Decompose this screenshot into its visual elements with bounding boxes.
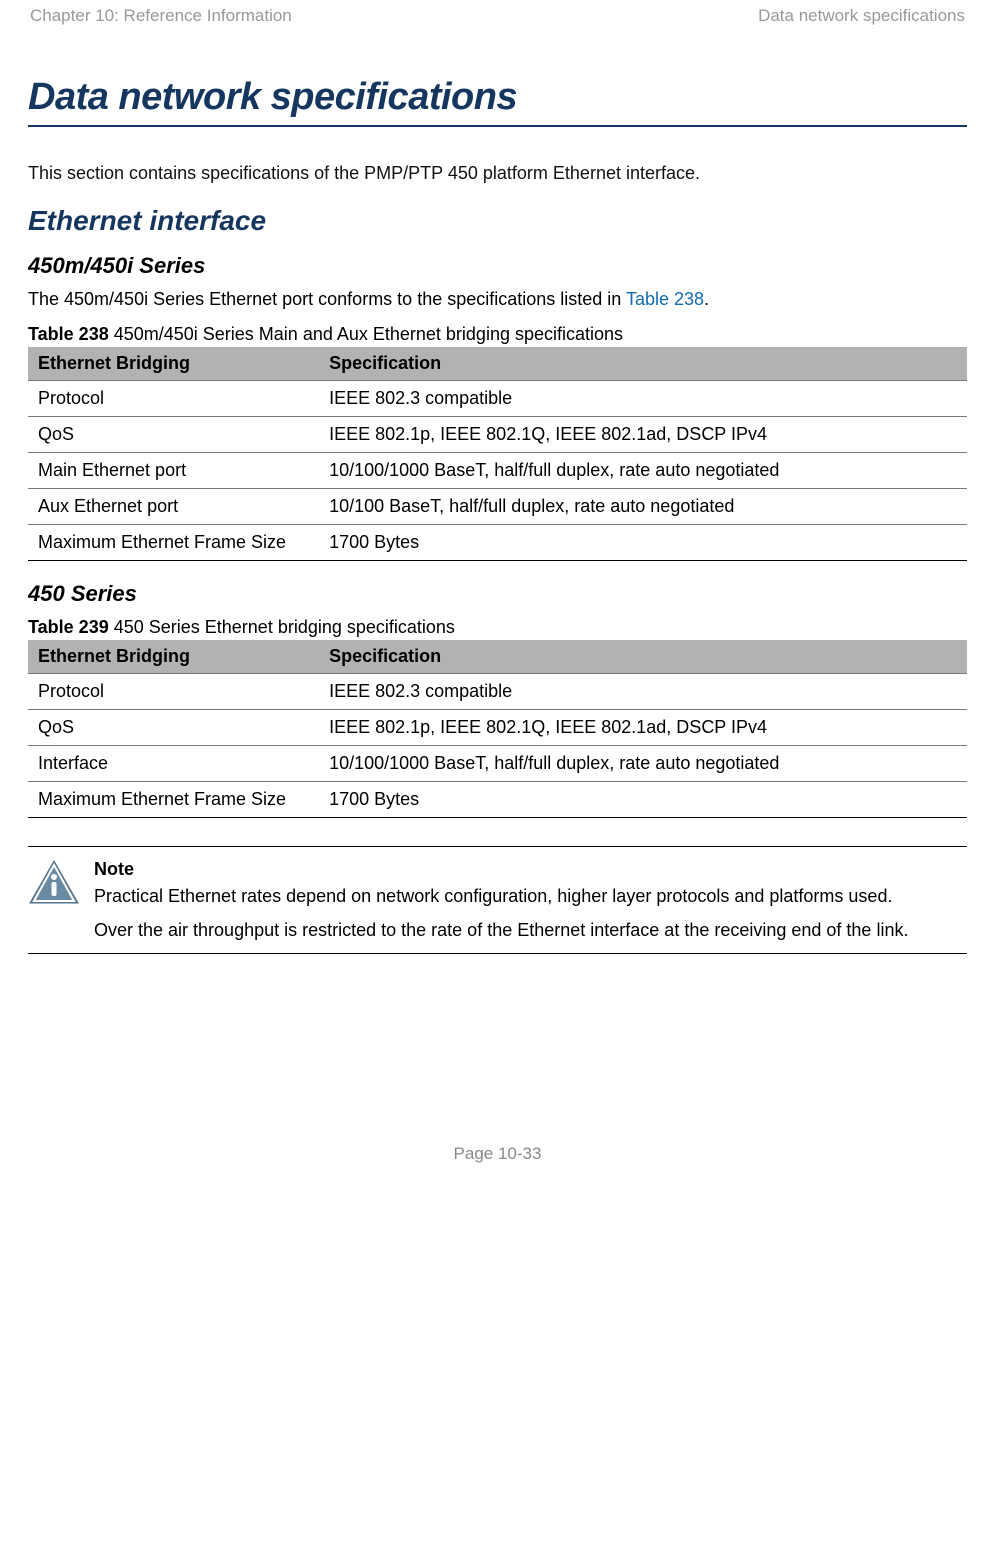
cell: IEEE 802.3 compatible <box>319 381 967 417</box>
table-239-head-1: Specification <box>319 640 967 674</box>
cell: 10/100/1000 BaseT, half/full duplex, rat… <box>319 746 967 782</box>
table-row: Protocol IEEE 802.3 compatible <box>28 381 967 417</box>
table-row: Maximum Ethernet Frame Size 1700 Bytes <box>28 525 967 561</box>
table-238-head-0: Ethernet Bridging <box>28 347 319 381</box>
cell: QoS <box>28 710 319 746</box>
section-ethernet-interface: Ethernet interface <box>28 205 967 237</box>
table-239-label: Table 239 <box>28 617 109 637</box>
subsection-450: 450 Series <box>28 581 967 607</box>
cell: IEEE 802.1p, IEEE 802.1Q, IEEE 802.1ad, … <box>319 417 967 453</box>
table-238: Ethernet Bridging Specification Protocol… <box>28 347 967 561</box>
cell: Protocol <box>28 674 319 710</box>
table-header-row: Ethernet Bridging Specification <box>28 347 967 381</box>
table-238-caption-text: 450m/450i Series Main and Aux Ethernet b… <box>109 324 623 344</box>
table-row: QoS IEEE 802.1p, IEEE 802.1Q, IEEE 802.1… <box>28 710 967 746</box>
title-rule <box>28 125 967 127</box>
note-paragraph-1: Practical Ethernet rates depend on netwo… <box>94 884 908 909</box>
cell: Main Ethernet port <box>28 453 319 489</box>
cell: Maximum Ethernet Frame Size <box>28 782 319 818</box>
cell: Aux Ethernet port <box>28 489 319 525</box>
table-row: Interface 10/100/1000 BaseT, half/full d… <box>28 746 967 782</box>
table-238-label: Table 238 <box>28 324 109 344</box>
cell: Interface <box>28 746 319 782</box>
page-title: Data network specifications <box>28 76 967 119</box>
cell: IEEE 802.1p, IEEE 802.1Q, IEEE 802.1ad, … <box>319 710 967 746</box>
intro-text-pre: The 450m/450i Series Ethernet port confo… <box>28 289 626 309</box>
table-239-head-0: Ethernet Bridging <box>28 640 319 674</box>
intro-text-post: . <box>704 289 709 309</box>
header-left: Chapter 10: Reference Information <box>30 6 292 26</box>
cell: Maximum Ethernet Frame Size <box>28 525 319 561</box>
table-238-head-1: Specification <box>319 347 967 381</box>
note-title: Note <box>94 857 908 882</box>
subsection-450m-450i: 450m/450i Series <box>28 253 967 279</box>
running-header: Chapter 10: Reference Information Data n… <box>28 6 967 26</box>
series-450m-intro: The 450m/450i Series Ethernet port confo… <box>28 289 967 310</box>
cell: Protocol <box>28 381 319 417</box>
table-row: Main Ethernet port 10/100/1000 BaseT, ha… <box>28 453 967 489</box>
table-239-caption-text: 450 Series Ethernet bridging specificati… <box>109 617 455 637</box>
table-238-caption: Table 238 450m/450i Series Main and Aux … <box>28 324 967 345</box>
table-row: Aux Ethernet port 10/100 BaseT, half/ful… <box>28 489 967 525</box>
cell: IEEE 802.3 compatible <box>319 674 967 710</box>
table-row: QoS IEEE 802.1p, IEEE 802.1Q, IEEE 802.1… <box>28 417 967 453</box>
table-row: Maximum Ethernet Frame Size 1700 Bytes <box>28 782 967 818</box>
table-239-caption: Table 239 450 Series Ethernet bridging s… <box>28 617 967 638</box>
table-header-row: Ethernet Bridging Specification <box>28 640 967 674</box>
note-info-icon <box>28 859 80 907</box>
cell: QoS <box>28 417 319 453</box>
table-row: Protocol IEEE 802.3 compatible <box>28 674 967 710</box>
note-block: Note Practical Ethernet rates depend on … <box>28 846 967 954</box>
cell: 1700 Bytes <box>319 525 967 561</box>
cell: 10/100 BaseT, half/full duplex, rate aut… <box>319 489 967 525</box>
header-right: Data network specifications <box>758 6 965 26</box>
cell: 10/100/1000 BaseT, half/full duplex, rat… <box>319 453 967 489</box>
intro-paragraph: This section contains specifications of … <box>28 161 967 185</box>
page-footer: Page 10-33 <box>28 1144 967 1164</box>
table-239: Ethernet Bridging Specification Protocol… <box>28 640 967 818</box>
cell: 1700 Bytes <box>319 782 967 818</box>
note-paragraph-2: Over the air throughput is restricted to… <box>94 918 908 943</box>
table-238-link[interactable]: Table 238 <box>626 289 704 309</box>
